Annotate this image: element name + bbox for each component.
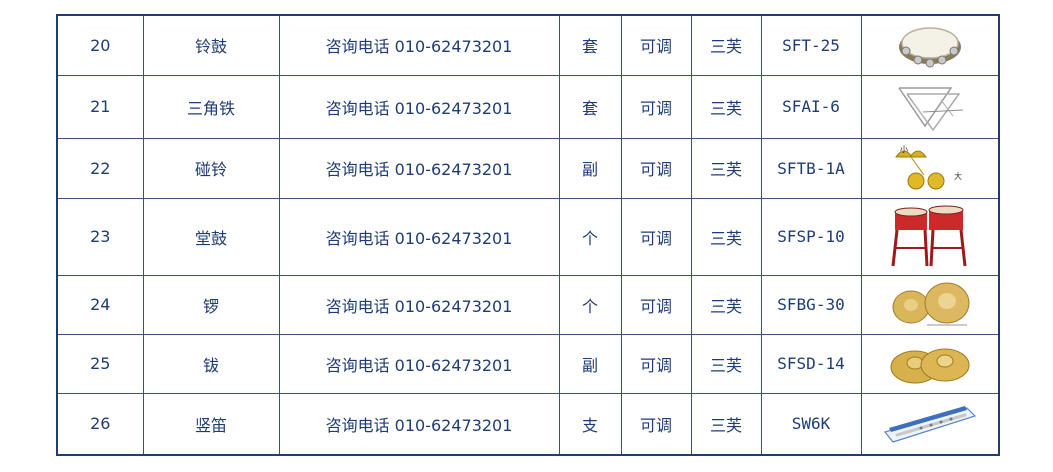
cell-no: 21 xyxy=(56,74,144,139)
cell-image: 小 大 xyxy=(860,137,1000,199)
cell-name: 堂鼓 xyxy=(142,197,280,276)
cell-model: SFSD-14 xyxy=(760,333,862,394)
cell-contact: 咨询电话 010-62473201 xyxy=(278,392,560,456)
tambourine-icon xyxy=(898,27,961,68)
gong-icon xyxy=(892,282,970,326)
cell-no: 23 xyxy=(56,197,144,276)
cell-adjust: 可调 xyxy=(620,392,692,456)
cell-brand: 三芙 xyxy=(690,274,762,335)
cymbals-icon xyxy=(890,348,970,383)
cell-name: 碰铃 xyxy=(142,137,280,199)
table-row: 23 堂鼓 咨询电话 010-62473201 个 可调 三芙 SFSP-10 xyxy=(56,197,1000,276)
cell-image xyxy=(860,333,1000,394)
cell-contact: 咨询电话 010-62473201 xyxy=(278,14,560,76)
cell-contact: 咨询电话 010-62473201 xyxy=(278,137,560,199)
cell-name: 竖笛 xyxy=(142,392,280,456)
cell-unit: 副 xyxy=(558,137,622,199)
cell-contact: 咨询电话 010-62473201 xyxy=(278,197,560,276)
cell-no: 25 xyxy=(56,333,144,394)
cell-unit: 支 xyxy=(558,392,622,456)
cell-unit: 套 xyxy=(558,14,622,76)
cell-image xyxy=(860,14,1000,76)
cell-brand: 三芙 xyxy=(690,74,762,139)
cell-brand: 三芙 xyxy=(690,14,762,76)
cell-name: 铃鼓 xyxy=(142,14,280,76)
cell-adjust: 可调 xyxy=(620,137,692,199)
cell-brand: 三芙 xyxy=(690,197,762,276)
cell-brand: 三芙 xyxy=(690,137,762,199)
cell-name: 三角铁 xyxy=(142,74,280,139)
cell-model: SFSP-10 xyxy=(760,197,862,276)
image-label-large: 大 xyxy=(954,171,962,181)
cell-no: 22 xyxy=(56,137,144,199)
cell-name: 锣 xyxy=(142,274,280,335)
cell-model: SW6K xyxy=(760,392,862,456)
tang-drum-icon xyxy=(891,205,967,266)
cell-image xyxy=(860,197,1000,276)
cell-image xyxy=(860,74,1000,139)
hand-bells-icon: 小 大 xyxy=(894,145,962,190)
cell-no: 26 xyxy=(56,392,144,456)
cell-model: SFTB-1A xyxy=(760,137,862,199)
cell-adjust: 可调 xyxy=(620,197,692,276)
table-row: 20 铃鼓 咨询电话 010-62473201 套 可调 三芙 SFT-25 xyxy=(56,14,1000,76)
cell-no: 20 xyxy=(56,14,144,76)
image-label-small: 小 xyxy=(900,145,908,154)
cell-image xyxy=(860,274,1000,335)
cell-model: SFT-25 xyxy=(760,14,862,76)
table-row: 22 碰铃 咨询电话 010-62473201 副 可调 三芙 SFTB-1A … xyxy=(56,137,1000,199)
cell-no: 24 xyxy=(56,274,144,335)
cell-adjust: 可调 xyxy=(620,14,692,76)
cell-unit: 副 xyxy=(558,333,622,394)
table-row: 26 竖笛 咨询电话 010-62473201 支 可调 三芙 SW6K xyxy=(56,392,1000,456)
cell-unit: 个 xyxy=(558,197,622,276)
cell-name: 钹 xyxy=(142,333,280,394)
cell-model: SFBG-30 xyxy=(760,274,862,335)
cell-adjust: 可调 xyxy=(620,274,692,335)
cell-image xyxy=(860,392,1000,456)
cell-brand: 三芙 xyxy=(690,333,762,394)
table-row: 24 锣 咨询电话 010-62473201 个 可调 三芙 SFBG-30 xyxy=(56,274,1000,335)
cell-adjust: 可调 xyxy=(620,74,692,139)
cell-contact: 咨询电话 010-62473201 xyxy=(278,274,560,335)
cell-unit: 套 xyxy=(558,74,622,139)
cell-adjust: 可调 xyxy=(620,333,692,394)
table-row: 21 三角铁 咨询电话 010-62473201 套 可调 三芙 SFAI-6 xyxy=(56,74,1000,139)
product-table: 20 铃鼓 咨询电话 010-62473201 套 可调 三芙 SFT-25 2… xyxy=(56,14,1000,456)
cell-contact: 咨询电话 010-62473201 xyxy=(278,74,560,139)
recorder-icon xyxy=(883,405,976,443)
triangle-icon xyxy=(898,86,963,131)
cell-brand: 三芙 xyxy=(690,392,762,456)
cell-contact: 咨询电话 010-62473201 xyxy=(278,333,560,394)
cell-model: SFAI-6 xyxy=(760,74,862,139)
cell-unit: 个 xyxy=(558,274,622,335)
table-row: 25 钹 咨询电话 010-62473201 副 可调 三芙 SFSD-14 xyxy=(56,333,1000,394)
